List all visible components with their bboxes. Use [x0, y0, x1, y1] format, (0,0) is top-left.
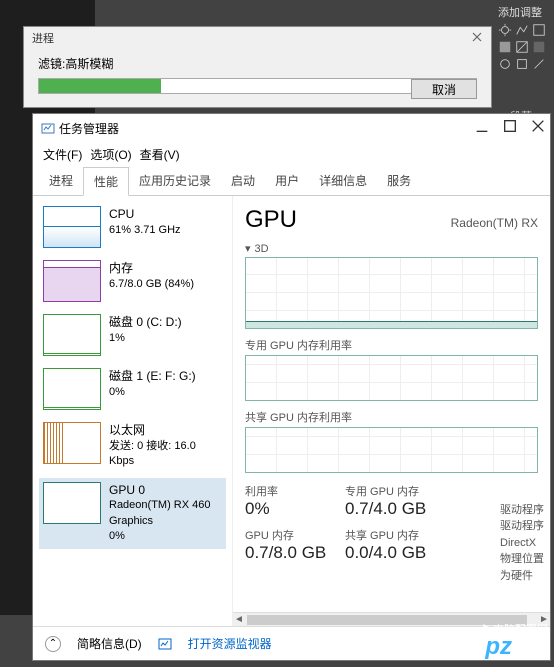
adjustments-label: 添加调整 [498, 4, 550, 20]
disk0-name: 磁盘 0 (C: D:) [109, 314, 182, 331]
memory-name: 内存 [109, 260, 194, 277]
gpu-sub: Radeon(TM) RX 460 Graphics [109, 498, 222, 529]
cancel-button[interactable]: 取消 [411, 79, 477, 99]
sidebar-item-memory[interactable]: 内存6.7/8.0 GB (84%) [39, 256, 226, 306]
cpu-thumbnail-chart [43, 206, 101, 248]
menu-options[interactable]: 选项(O) [90, 146, 131, 163]
shared-label: 共享 GPU 内存 [345, 527, 445, 543]
gradient-icon[interactable] [515, 40, 529, 54]
gpu-name: GPU 0 [109, 482, 222, 499]
disk0-thumbnail-chart [43, 314, 101, 356]
gpu-thumbnail-chart [43, 482, 101, 524]
memory-sub: 6.7/8.0 GB (84%) [109, 277, 194, 292]
chart-shared-label: 共享 GPU 内存利用率 [245, 409, 538, 425]
close-icon[interactable] [471, 31, 483, 43]
menubar: 文件(F) 选项(O) 查看(V) [33, 142, 550, 167]
tab-performance[interactable]: 性能 [83, 167, 129, 196]
app-icon [41, 121, 55, 135]
tab-details[interactable]: 详细信息 [309, 167, 377, 195]
tab-users[interactable]: 用户 [265, 167, 309, 195]
close-icon[interactable] [530, 118, 546, 134]
chart-dedicated-label: 专用 GPU 内存利用率 [245, 337, 538, 353]
cpu-sub: 61% 3.71 GHz [109, 223, 181, 238]
disk1-sub: 0% [109, 385, 196, 400]
disk0-sub: 1% [109, 331, 182, 346]
gpu-pct: 0% [109, 529, 222, 544]
gpumem-label: GPU 内存 [245, 527, 345, 543]
tab-apphistory[interactable]: 应用历史记录 [129, 167, 221, 195]
maximize-icon[interactable] [502, 118, 518, 134]
ethernet-thumbnail-chart [43, 422, 101, 464]
resmon-icon [158, 637, 172, 651]
task-manager-window: 任务管理器 文件(F) 选项(O) 查看(V) 进程 性能 应用历史记录 启动 … [32, 113, 551, 661]
resource-list: CPU61% 3.71 GHz 内存6.7/8.0 GB (84%) 磁盘 0 … [33, 196, 233, 626]
gpu-meta-labels: 驱动程序驱动程序DirectX物理位置为硬件 [500, 502, 544, 585]
gpu-3d-chart [245, 257, 538, 329]
adj3-icon[interactable] [532, 57, 546, 71]
adj1-icon[interactable] [498, 57, 512, 71]
tab-processes[interactable]: 进程 [39, 167, 83, 195]
menu-file[interactable]: 文件(F) [43, 146, 82, 163]
brief-info-link[interactable]: 简略信息(D) [77, 635, 142, 652]
sidebar-item-cpu[interactable]: CPU61% 3.71 GHz [39, 202, 226, 252]
cpu-name: CPU [109, 206, 181, 223]
chart-3d-label: 3D [255, 243, 269, 255]
swatch-icon[interactable] [532, 23, 546, 37]
menu-view[interactable]: 查看(V) [140, 146, 180, 163]
dedicated-label: 专用 GPU 内存 [345, 483, 445, 499]
detail-title: GPU [245, 206, 297, 234]
disk1-name: 磁盘 1 (E: F: G:) [109, 368, 196, 385]
adj2-icon[interactable] [515, 57, 529, 71]
sidebar-item-gpu0[interactable]: GPU 0Radeon(TM) RX 460 Graphics0% [39, 478, 226, 549]
titlebar[interactable]: 任务管理器 [33, 114, 550, 142]
sidebar-item-disk0[interactable]: 磁盘 0 (C: D:)1% [39, 310, 226, 360]
sidebar-item-disk1[interactable]: 磁盘 1 (E: F: G:)0% [39, 364, 226, 414]
watermark: dnpz.net ▶电脑配置网 [452, 633, 548, 661]
photoshop-adjustments-panel: 添加调整 [494, 0, 554, 120]
progress-title: 进程 [24, 27, 491, 49]
tab-bar: 进程 性能 应用历史记录 启动 用户 详细信息 服务 [33, 167, 550, 196]
memory-thumbnail-chart [43, 260, 101, 302]
progress-dialog: 进程 滤镜:高斯模糊 取消 [23, 26, 492, 108]
chevron-down-icon[interactable]: ▾ [245, 242, 251, 255]
sidebar-item-ethernet[interactable]: 以太网发送: 0 接收: 16.0 Kbps [39, 418, 226, 474]
swatch3-icon[interactable] [532, 40, 546, 54]
gpu-dedicated-chart [245, 355, 538, 401]
ethernet-name: 以太网 [109, 422, 222, 439]
scroll-left-icon[interactable]: ◄ [233, 614, 245, 626]
detail-model: Radeon(TM) RX [451, 216, 538, 230]
gpu-shared-chart [245, 427, 538, 473]
util-value: 0% [245, 499, 345, 519]
window-title: 任务管理器 [59, 120, 119, 137]
watermark-sub: ▶电脑配置网 [482, 621, 548, 637]
tab-startup[interactable]: 启动 [221, 167, 265, 195]
minimize-icon[interactable] [474, 118, 490, 134]
chevron-up-icon[interactable]: ⌃ [45, 636, 61, 652]
dedicated-value: 0.7/4.0 GB [345, 499, 445, 519]
shared-value: 0.0/4.0 GB [345, 543, 445, 563]
open-resmon-link[interactable]: 打开资源监视器 [188, 635, 272, 652]
filter-name-label: 滤镜:高斯模糊 [38, 55, 477, 72]
disk1-thumbnail-chart [43, 368, 101, 410]
detail-pane: GPU Radeon(TM) RX ▾ 3D 专用 GPU 内存利用率 共享 GP… [233, 196, 550, 626]
swatch2-icon[interactable] [498, 40, 512, 54]
progress-fill [39, 79, 161, 93]
tab-services[interactable]: 服务 [377, 167, 421, 195]
ethernet-sub: 发送: 0 接收: 16.0 Kbps [109, 439, 222, 470]
util-label: 利用率 [245, 483, 345, 499]
levels-icon[interactable] [515, 23, 529, 37]
gpumem-value: 0.7/8.0 GB [245, 543, 345, 563]
brightness-icon[interactable] [498, 23, 512, 37]
